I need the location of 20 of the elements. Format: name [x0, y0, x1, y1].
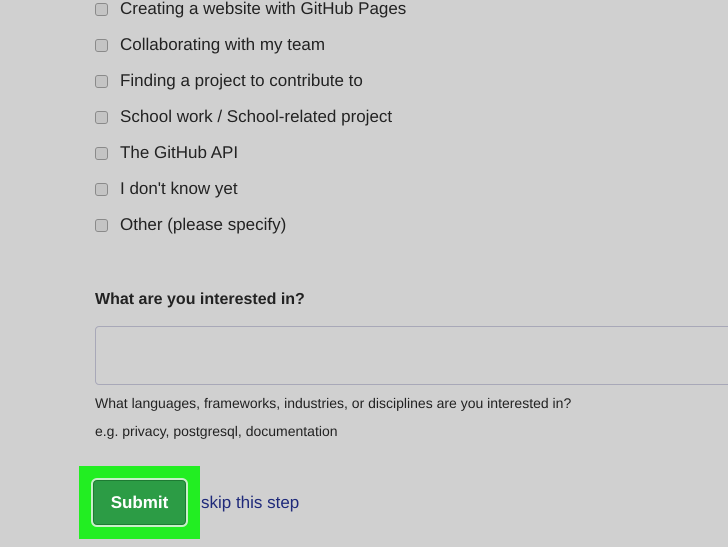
option-label: I don't know yet — [120, 178, 238, 200]
option-label: School work / School-related project — [120, 106, 392, 128]
checkbox[interactable] — [95, 182, 108, 196]
hint-text: What languages, frameworks, industries, or disciplines are you interested in? — [95, 394, 572, 412]
checkbox[interactable] — [95, 38, 108, 52]
checkbox[interactable] — [95, 146, 108, 160]
checkbox[interactable] — [95, 74, 108, 88]
option-label: The GitHub API — [120, 142, 238, 164]
checkbox[interactable] — [95, 110, 108, 124]
checkbox[interactable] — [95, 218, 108, 232]
interest-field[interactable] — [95, 326, 728, 385]
option-label: Creating a website with GitHub Pages — [120, 0, 406, 20]
option-label: Other (please specify) — [120, 214, 286, 236]
submit-button[interactable]: Submit — [93, 480, 186, 525]
field-label: What are you interested in? — [95, 290, 306, 310]
option-label: Collaborating with my team — [120, 34, 326, 56]
checkbox[interactable] — [95, 2, 108, 16]
skip-link[interactable]: skip this step — [201, 490, 300, 516]
example-text: e.g. privacy, postgresql, documentation — [95, 422, 339, 440]
option-label: Finding a project to contribute to — [120, 70, 363, 92]
